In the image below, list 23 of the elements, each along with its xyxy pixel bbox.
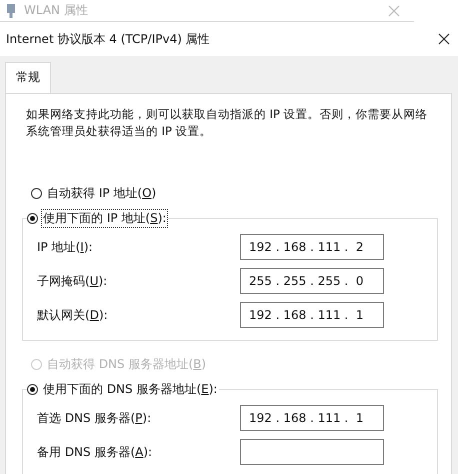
radio-label: 自动获得 DNS 服务器地址(B) <box>46 356 208 373</box>
radio-label: 自动获得 IP 地址(O) <box>46 185 158 202</box>
window-title: WLAN 属性 <box>24 2 89 19</box>
network-adapter-icon <box>6 4 16 18</box>
ip-address-field[interactable]: 192 . 168 . 111 . 1 <box>240 405 384 431</box>
close-icon[interactable] <box>438 33 450 45</box>
tab[interactable]: 常规 <box>5 62 51 93</box>
ip-address-field[interactable]: 255 . 255 . 255 . 0 <box>240 268 384 294</box>
field-label: 子网掩码(U): <box>37 272 108 290</box>
radio-label: 使用下面的 IP 地址(S): <box>41 209 168 228</box>
ip-address-field[interactable] <box>240 439 384 465</box>
field-label: 首选 DNS 服务器(P): <box>37 410 152 426</box>
radio-button[interactable] <box>27 213 38 224</box>
ip-address-field[interactable]: 192 . 168 . 111 . 2 <box>240 234 384 260</box>
ip-address-field[interactable]: 192 . 168 . 111 . 1 <box>240 302 384 328</box>
description-text: 如果网络支持此功能，则可以获取自动指派的 IP 设置。否则，你需要从网络系统管理员处获得适当的 IP 设置。 <box>25 106 429 140</box>
dialog-title: Internet 协议版本 4 (TCP/IPv4) 属性 <box>6 30 211 48</box>
radio-button[interactable] <box>27 384 38 395</box>
field-label: IP 地址(I): <box>37 238 94 256</box>
field-label: 默认网关(D): <box>37 306 109 324</box>
radio-button[interactable] <box>31 188 42 199</box>
field-label: 备用 DNS 服务器(A): <box>37 444 154 460</box>
radio-label: 使用下面的 DNS 服务器地址(E): <box>42 381 218 398</box>
